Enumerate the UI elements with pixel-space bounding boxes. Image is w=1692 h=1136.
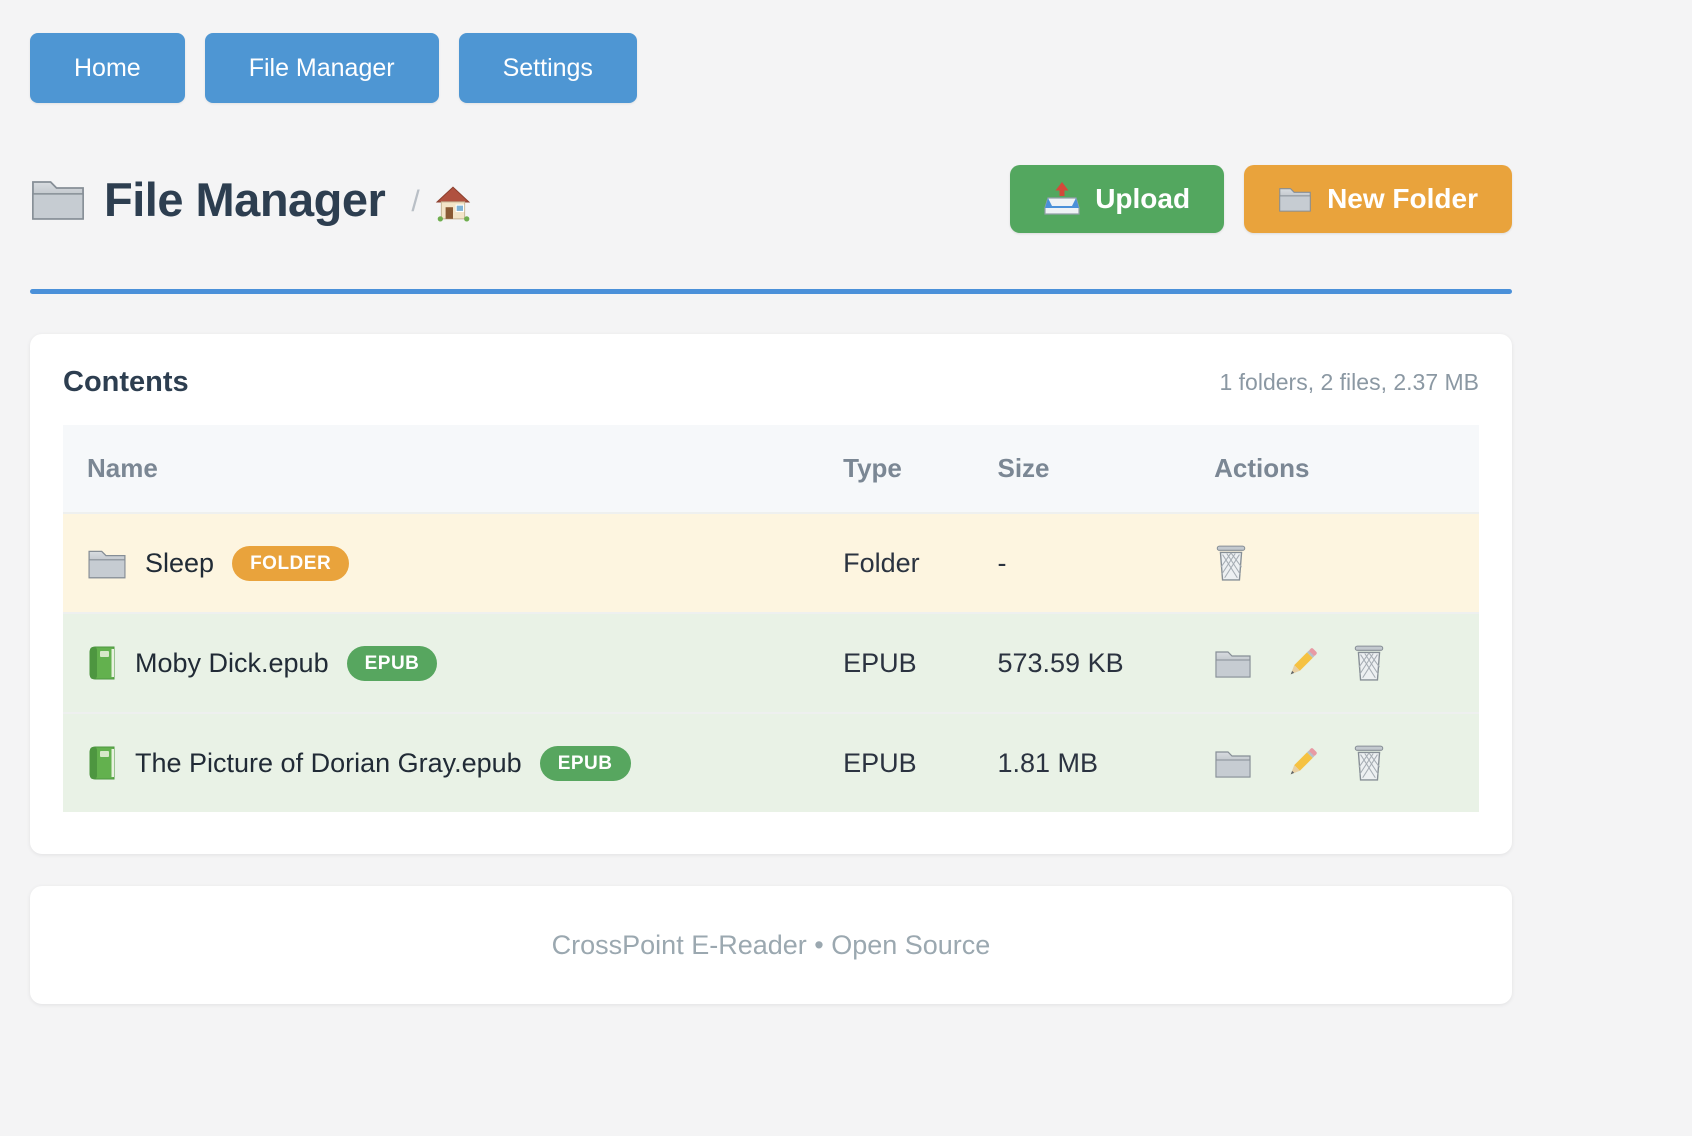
upload-button-label: Upload — [1095, 183, 1190, 215]
header-actions: Upload New Folder — [1010, 165, 1512, 233]
nav-home-button[interactable]: Home — [30, 33, 185, 103]
trash-icon — [1214, 544, 1248, 582]
new-folder-button-label: New Folder — [1327, 183, 1478, 215]
file-size: 1.81 MB — [973, 713, 1190, 812]
upload-button[interactable]: Upload — [1010, 165, 1224, 233]
rename-button[interactable] — [1284, 645, 1320, 681]
upload-icon — [1044, 181, 1080, 217]
top-nav: Home File Manager Settings — [30, 0, 1512, 103]
file-type: EPUB — [819, 613, 973, 713]
page-header: File Manager / — [30, 165, 1512, 233]
nav-file-manager-button[interactable]: File Manager — [205, 33, 439, 103]
footer: CrossPoint E-Reader • Open Source — [30, 886, 1512, 1004]
book-icon — [87, 645, 117, 681]
file-name[interactable]: The Picture of Dorian Gray.epub — [135, 748, 522, 779]
new-folder-button[interactable]: New Folder — [1244, 165, 1512, 233]
trash-icon — [1352, 744, 1386, 782]
breadcrumb: / — [411, 185, 419, 219]
contents-card: Contents 1 folders, 2 files, 2.37 MB Nam… — [30, 334, 1512, 854]
file-table: Name Type Size Actions — [63, 425, 1479, 812]
trash-icon — [1352, 644, 1386, 682]
delete-button[interactable] — [1352, 744, 1386, 782]
delete-button[interactable] — [1214, 544, 1248, 582]
epub-badge: EPUB — [540, 746, 631, 781]
table-row: Sleep FOLDER Folder - — [63, 513, 1479, 613]
delete-button[interactable] — [1352, 644, 1386, 682]
page-title: File Manager — [104, 172, 385, 227]
pencil-icon — [1284, 645, 1320, 681]
folder-icon — [1214, 748, 1252, 779]
page-container: Home File Manager Settings File Manager … — [30, 0, 1512, 1004]
rename-button[interactable] — [1284, 745, 1320, 781]
move-button[interactable] — [1214, 748, 1252, 779]
move-button[interactable] — [1214, 648, 1252, 679]
table-row: Moby Dick.epub EPUB EPUB 573.59 KB — [63, 613, 1479, 713]
folder-badge: FOLDER — [232, 546, 349, 581]
file-type: EPUB — [819, 713, 973, 812]
title-group: File Manager / — [30, 172, 472, 227]
folder-icon — [1214, 648, 1252, 679]
file-type: Folder — [819, 513, 973, 613]
contents-summary: 1 folders, 2 files, 2.37 MB — [1219, 369, 1479, 396]
footer-text: CrossPoint E-Reader • Open Source — [552, 930, 991, 961]
contents-card-header: Contents 1 folders, 2 files, 2.37 MB — [63, 366, 1479, 399]
home-icon[interactable] — [434, 184, 472, 222]
nav-settings-button[interactable]: Settings — [459, 33, 637, 103]
table-header-row: Name Type Size Actions — [63, 425, 1479, 513]
column-header-size: Size — [973, 425, 1190, 513]
contents-heading: Contents — [63, 366, 189, 399]
book-icon — [87, 745, 117, 781]
pencil-icon — [1284, 745, 1320, 781]
file-name[interactable]: Moby Dick.epub — [135, 648, 329, 679]
file-name[interactable]: Sleep — [145, 548, 214, 579]
folder-icon — [87, 547, 127, 580]
table-row: The Picture of Dorian Gray.epub EPUB EPU… — [63, 713, 1479, 812]
folder-icon — [30, 176, 86, 222]
epub-badge: EPUB — [347, 646, 438, 681]
title-divider — [30, 289, 1512, 294]
column-header-actions: Actions — [1190, 425, 1479, 513]
column-header-name: Name — [63, 425, 819, 513]
folder-icon — [1278, 185, 1312, 213]
file-size: - — [973, 513, 1190, 613]
column-header-type: Type — [819, 425, 973, 513]
file-size: 573.59 KB — [973, 613, 1190, 713]
